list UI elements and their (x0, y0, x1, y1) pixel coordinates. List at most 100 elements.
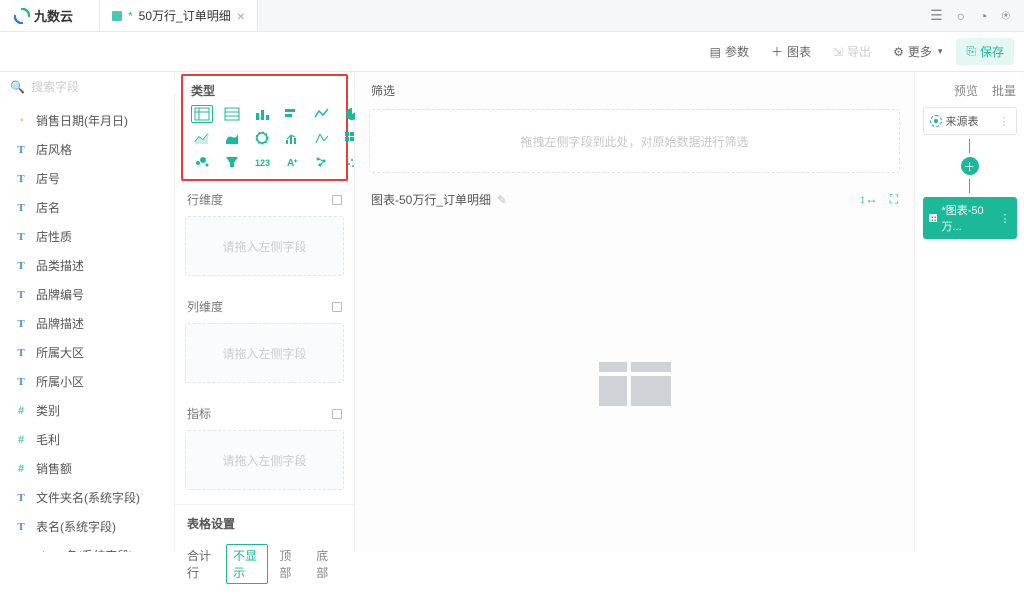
tab-batch[interactable]: 批量 (992, 82, 1016, 99)
num-field-icon: # (14, 434, 28, 446)
chart-type-option[interactable] (281, 105, 303, 123)
chevron-down-icon: ▾ (938, 46, 943, 57)
gear-icon: ⚙ (893, 45, 904, 59)
more-icon[interactable]: ⋮ (1000, 212, 1011, 225)
tab-preview[interactable]: 预览 (954, 82, 978, 99)
chart-type-grid: 123 A✦ (191, 105, 338, 171)
sumrow-segment: 不显示 顶部 底部 (226, 544, 342, 584)
pipeline-connector (969, 139, 970, 153)
chart-type-option[interactable] (191, 153, 213, 171)
field-item[interactable]: T店性质 (0, 222, 174, 251)
field-label: 销售日期(年月日) (36, 112, 128, 129)
field-item[interactable]: # 毛利 (0, 425, 174, 454)
chart-type-option[interactable] (221, 129, 243, 147)
field-label: 店性质 (36, 228, 72, 245)
export-button[interactable]: ⇲导出 (825, 39, 879, 64)
field-item[interactable]: T品类描述 (0, 251, 174, 280)
field-label: 品牌描述 (36, 315, 84, 332)
params-button[interactable]: ▤参数 (702, 39, 757, 64)
chart-type-option[interactable] (251, 129, 273, 147)
chart-type-option[interactable] (251, 105, 273, 123)
row-dim-dropzone[interactable]: 请拖入左侧字段 (185, 216, 344, 276)
add-step-button[interactable]: ＋ (961, 157, 979, 175)
table-icon (929, 214, 938, 222)
expand-icon[interactable]: ⛶ (890, 192, 898, 207)
chart-header: 图表-50万行_订单明细 ✎ ↕↔ ⛶ (355, 183, 914, 216)
pipeline-chart-node[interactable]: *图表-50万... ⋮ (923, 197, 1017, 239)
table-settings: 表格设置 合计行 不显示 顶部 底部 (175, 504, 354, 596)
chart-type-option[interactable] (221, 105, 243, 123)
brand-name: 九数云 (34, 6, 73, 25)
text-field-icon: T (14, 376, 28, 388)
field-item[interactable]: T 店号 (0, 164, 174, 193)
chart-type-option[interactable] (191, 129, 213, 147)
text-field-icon: T (14, 289, 28, 301)
chart-type-option[interactable]: A✦ (281, 153, 303, 171)
clock-icon[interactable]: ◔ (979, 8, 987, 24)
field-label: 类别 (36, 402, 60, 419)
date-field-icon: ◔ (14, 115, 28, 127)
field-label: 毛利 (36, 431, 60, 448)
chart-body (355, 216, 914, 552)
field-item[interactable]: ◔ 销售日期(年月日) (0, 106, 174, 135)
chart-type-option[interactable]: 123 (251, 153, 273, 171)
field-label: 表名(系统字段) (36, 518, 116, 535)
chart-type-option[interactable] (281, 129, 303, 147)
text-field-icon: T (14, 347, 28, 359)
more-icon[interactable]: ⋮ (999, 115, 1010, 128)
chart-type-option[interactable] (311, 153, 333, 171)
metric-dropzone[interactable]: 请拖入左侧字段 (185, 430, 344, 490)
field-item[interactable]: T所属小区 (0, 367, 174, 396)
field-label: 文件夹名(系统字段) (36, 489, 140, 506)
svg-text:123: 123 (255, 158, 270, 168)
canvas: 筛选 拖拽左侧字段到此处，对原始数据进行筛选 图表-50万行_订单明细 ✎ ↕↔… (355, 72, 914, 552)
pipeline-source-node[interactable]: 来源表 ⋮ (923, 107, 1017, 135)
field-item[interactable]: T店名 (0, 193, 174, 222)
copy-icon[interactable] (332, 409, 342, 419)
filter-dropzone[interactable]: 拖拽左侧字段到此处，对原始数据进行筛选 (369, 109, 900, 173)
plus-icon: ＋ (771, 43, 783, 60)
field-item[interactable]: T店风格 (0, 135, 174, 164)
file-tab[interactable]: * 50万行_订单明细 × (100, 0, 258, 31)
chart-type-option[interactable] (191, 105, 213, 123)
field-item[interactable]: T品牌描述 (0, 309, 174, 338)
fields-panel: 🔍 ◔销售日期(年月日)T店风格T店号T店名T店性质T品类描述T品牌编号T品牌描… (0, 72, 175, 552)
text-field-icon: T (14, 202, 28, 214)
seg-none[interactable]: 不显示 (226, 544, 268, 584)
search-row: 🔍 (0, 72, 174, 102)
seg-bottom[interactable]: 底部 (309, 544, 342, 584)
field-item[interactable]: T文件夹名(系统字段) (0, 483, 174, 512)
field-item[interactable]: T品牌编号 (0, 280, 174, 309)
seg-top[interactable]: 顶部 (272, 544, 305, 584)
field-item[interactable]: T表名(系统字段) (0, 512, 174, 541)
chart-button[interactable]: ＋图表 (763, 39, 819, 64)
save-icon: ⎘ (966, 44, 976, 59)
field-item[interactable]: #销售额 (0, 454, 174, 483)
field-item[interactable]: #类别 (0, 396, 174, 425)
source-icon (930, 115, 942, 127)
field-label: 店号 (36, 170, 60, 187)
prop-icon[interactable]: ↕↔ (860, 192, 878, 207)
list-icon[interactable]: ☰ (930, 7, 943, 24)
close-icon[interactable]: × (237, 9, 245, 23)
num-field-icon: # (14, 463, 28, 475)
chart-type-option[interactable] (311, 105, 333, 123)
filter-title: 筛选 (355, 72, 914, 105)
brand-icon (14, 8, 30, 24)
chart-type-option[interactable] (311, 129, 333, 147)
type-title: 类型 (191, 82, 338, 105)
copy-icon[interactable] (332, 302, 342, 312)
more-button[interactable]: ⚙更多▾ (885, 39, 950, 64)
field-item[interactable]: T所属大区 (0, 338, 174, 367)
edit-icon[interactable]: ✎ (497, 193, 507, 207)
save-button[interactable]: ⎘保存 (956, 38, 1014, 65)
chart-type-option[interactable] (221, 153, 243, 171)
text-field-icon: T (14, 260, 28, 272)
copy-icon[interactable] (332, 195, 342, 205)
search-input[interactable] (31, 80, 186, 94)
user-icon[interactable]: ⍟ (1002, 7, 1010, 24)
bell-icon[interactable]: ○ (957, 8, 965, 24)
field-item[interactable]: Tsheet名(系统字段) (0, 541, 174, 552)
col-dim-dropzone[interactable]: 请拖入左侧字段 (185, 323, 344, 383)
text-field-icon: T (14, 173, 28, 185)
